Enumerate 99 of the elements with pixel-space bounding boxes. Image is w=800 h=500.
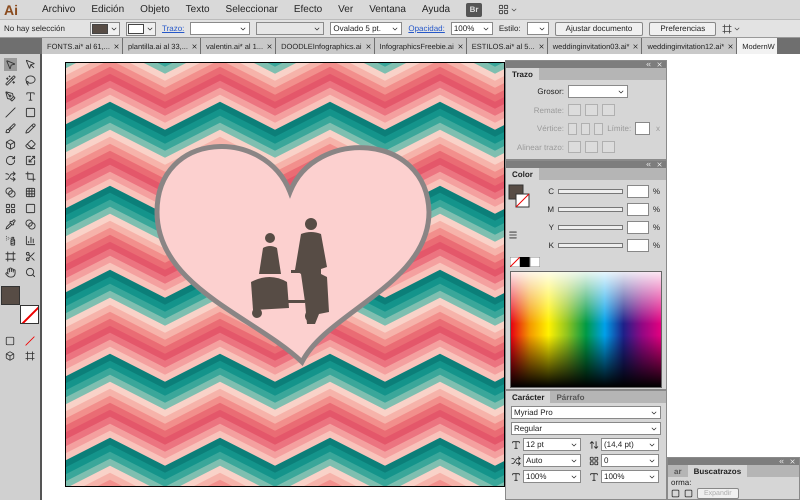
close-icon[interactable] xyxy=(538,42,545,50)
channel-slider-track[interactable] xyxy=(558,189,623,194)
opacity-link[interactable]: Opacidad: xyxy=(408,24,445,33)
fill-stroke-swatches-icon[interactable] xyxy=(508,184,530,210)
stroke-link[interactable]: Trazo: xyxy=(162,24,184,33)
arrange-documents-icon[interactable] xyxy=(498,4,518,15)
brush-dropdown[interactable]: Ovalado 5 pt. xyxy=(330,22,402,35)
percent-label: % xyxy=(652,187,660,196)
brush-icon[interactable] xyxy=(4,122,16,135)
menu-item[interactable]: Objeto xyxy=(140,4,170,15)
channel-value-field[interactable] xyxy=(626,221,649,234)
style-label: Estilo: xyxy=(498,24,521,33)
stroke-weight-field[interactable] xyxy=(190,22,250,35)
shape-modes-label: orma: xyxy=(671,478,692,487)
menu-item[interactable]: Texto xyxy=(186,4,210,15)
menu-item[interactable]: Ventana xyxy=(369,4,406,15)
opacity-field[interactable]: 100% xyxy=(450,22,493,35)
bridge-button[interactable]: Br xyxy=(466,2,482,16)
magic-wand-icon[interactable] xyxy=(4,74,16,87)
stroke-color-dropdown[interactable] xyxy=(126,22,156,36)
channel-slider-track[interactable] xyxy=(558,225,623,230)
toolbar-button[interactable]: Preferencias xyxy=(649,22,716,36)
channel-value-field[interactable] xyxy=(626,203,649,216)
zoom-icon[interactable] xyxy=(24,266,36,279)
channel-label: Y xyxy=(548,223,554,232)
panel-tab[interactable]: Buscatrazos xyxy=(688,465,748,477)
value-field[interactable]: 12 pt xyxy=(523,438,581,451)
value-field[interactable]: 100% xyxy=(601,470,659,483)
rectangle-icon[interactable] xyxy=(24,106,36,119)
font-style-dropdown[interactable]: Regular xyxy=(511,422,661,435)
menu-item[interactable]: Efecto xyxy=(294,4,322,15)
value-field[interactable]: (14,4 pt) xyxy=(601,438,659,451)
panel-tab[interactable]: Carácter xyxy=(506,391,550,403)
collapse-icon[interactable] xyxy=(645,61,652,68)
direct-selection-icon[interactable] xyxy=(24,58,36,71)
close-icon[interactable] xyxy=(112,42,120,50)
close-icon[interactable] xyxy=(364,42,372,50)
collapse-icon[interactable] xyxy=(645,161,652,168)
leading-icon xyxy=(589,440,599,450)
option-label: Vértice: xyxy=(536,124,564,133)
hand-icon[interactable] xyxy=(4,266,16,279)
font-family-dropdown[interactable]: Myriad Pro xyxy=(511,406,661,419)
close-icon[interactable] xyxy=(632,42,640,50)
cube-icon[interactable] xyxy=(4,138,16,151)
eyedropper-icon[interactable] xyxy=(4,218,16,231)
percent-label: % xyxy=(652,223,660,232)
pen-icon[interactable] xyxy=(4,90,16,103)
menu-item[interactable]: Archivo xyxy=(42,4,76,15)
channel-label: K xyxy=(548,241,554,250)
line-segment-icon[interactable] xyxy=(4,106,16,119)
collapse-icon[interactable] xyxy=(778,458,785,465)
type-tool-icon[interactable] xyxy=(24,90,36,103)
channel-label: C xyxy=(547,187,554,196)
close-icon[interactable] xyxy=(727,42,734,50)
eraser-icon[interactable] xyxy=(24,138,36,151)
lasso-icon[interactable] xyxy=(24,74,36,87)
fill-color-dropdown[interactable] xyxy=(90,22,120,36)
selection-arrow-icon[interactable] xyxy=(4,58,16,71)
option-label: Alinear trazo: xyxy=(516,142,564,152)
close-icon[interactable] xyxy=(266,42,274,50)
fill-swatch[interactable] xyxy=(1,286,20,305)
channel-value-field[interactable] xyxy=(626,185,649,198)
scale-icon[interactable] xyxy=(24,154,36,167)
value-field[interactable]: 0 xyxy=(601,454,659,467)
panel-tab[interactable]: Trazo xyxy=(506,68,539,80)
pencil-icon[interactable] xyxy=(24,122,36,135)
value-field[interactable]: 100% xyxy=(523,470,581,483)
weight-field[interactable] xyxy=(568,85,628,98)
channel-slider-track[interactable] xyxy=(558,207,623,212)
stroke-swatch[interactable] xyxy=(20,305,39,324)
channel-value-field[interactable] xyxy=(626,239,649,252)
channel-slider-track[interactable] xyxy=(558,243,623,248)
panel-tab[interactable]: Color xyxy=(506,168,539,180)
weight-label: Grosor: xyxy=(536,87,564,96)
limit-label: Límite: xyxy=(607,124,632,133)
font-size-icon xyxy=(511,440,521,450)
graph-icon[interactable] xyxy=(24,234,36,247)
menu-item[interactable]: Ver xyxy=(338,4,354,15)
value-field[interactable]: Auto xyxy=(523,454,581,467)
isolate-icon[interactable] xyxy=(722,24,742,34)
swatch-presets-icon[interactable] xyxy=(510,257,540,267)
rotate-icon[interactable] xyxy=(4,154,16,167)
close-icon[interactable] xyxy=(190,42,198,50)
perspective-grid-icon[interactable] xyxy=(24,186,36,199)
percent-label: % xyxy=(652,241,660,250)
percent-label: % xyxy=(652,205,660,214)
slice-icon[interactable] xyxy=(24,250,36,263)
close-icon[interactable] xyxy=(456,42,464,50)
channel-label: M xyxy=(546,205,554,214)
selection-status: No hay selección xyxy=(4,24,66,33)
menu-item[interactable]: Ayuda xyxy=(422,4,450,15)
toolbar-button[interactable]: Ajustar documento xyxy=(554,22,644,36)
app-logo: Ai xyxy=(4,2,19,18)
option-label: Remate: xyxy=(532,106,564,114)
menu-item[interactable]: Seleccionar xyxy=(226,4,278,15)
limit-field[interactable] xyxy=(635,122,650,135)
color-spectrum[interactable] xyxy=(510,271,662,388)
limit-unit: x xyxy=(655,124,660,133)
menu-item[interactable]: Edición xyxy=(91,4,124,15)
